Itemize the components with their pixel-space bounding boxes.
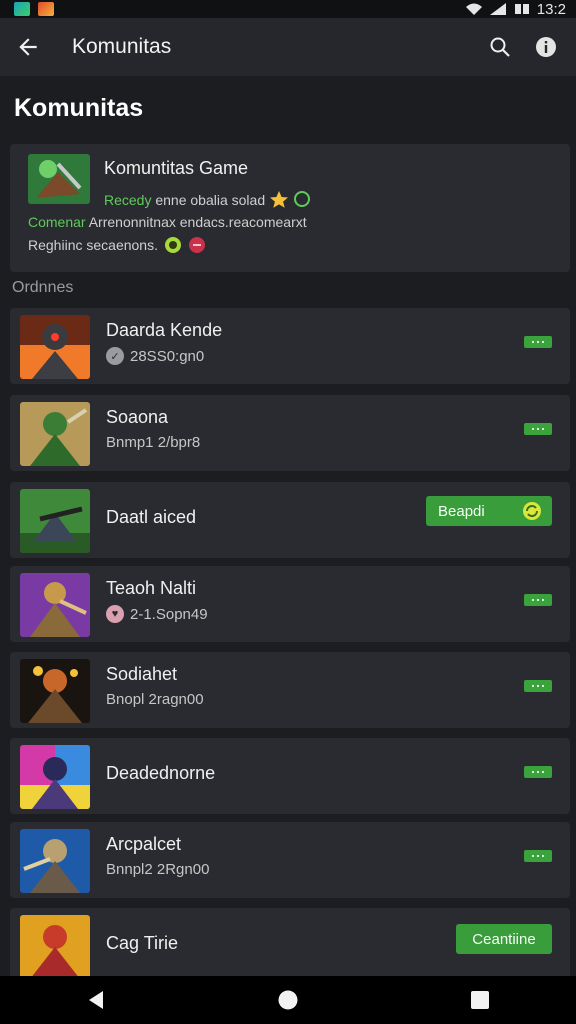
app-bar-actions [482, 29, 576, 65]
game-thumbnail [20, 829, 90, 893]
system-navigation-bar [0, 976, 576, 1024]
featured-line3-text: Reghiinc secaenons. [28, 237, 158, 253]
item-subtitle: Bnnpl2 2Rgn00 [106, 861, 209, 878]
status-time: 13:2 [536, 0, 566, 18]
nav-back-button[interactable] [66, 976, 126, 1024]
red-badge-icon [188, 237, 205, 253]
signal-icon [489, 3, 506, 15]
search-icon [490, 37, 510, 57]
info-icon [536, 37, 556, 57]
game-thumbnail [20, 573, 90, 637]
more-button[interactable] [524, 766, 552, 778]
item-subtitle: ✓ 28SS0:gn0 [106, 347, 204, 365]
notification-icons [0, 2, 54, 16]
game-notification-icon [38, 2, 54, 16]
arrow-left-icon [19, 38, 37, 56]
join-button-label: Beapdi [438, 502, 485, 520]
featured-line2-label: Comenar [28, 214, 86, 230]
item-title: Cag Tirie [106, 933, 179, 953]
list-item[interactable]: Teaoh Nalti ♥ 2-1.Sopn49 [10, 566, 570, 642]
back-button[interactable] [0, 18, 56, 76]
more-button[interactable] [524, 423, 552, 435]
more-button[interactable] [524, 680, 552, 692]
circle-home-icon [278, 990, 298, 1010]
refresh-icon [523, 502, 541, 520]
item-subtitle-text: 2-1.Sopn49 [130, 605, 208, 623]
list-item[interactable]: Cag Tirie Ceantiine [10, 908, 570, 984]
nav-home-button[interactable] [258, 976, 318, 1024]
item-subtitle: Bnopl 2ragn00 [106, 691, 204, 708]
featured-line2-text: Arrenonnitnax endacs.reacomearxt [88, 214, 307, 230]
featured-description-line-2: Comenar Arrenonnitnax endacs.reacomearxt [28, 214, 307, 230]
check-icon: ✓ [106, 347, 124, 365]
square-recents-icon [471, 991, 489, 1009]
game-thumbnail [20, 745, 90, 809]
lime-badge-icon [164, 237, 181, 253]
list-item[interactable]: Deadednorne [10, 738, 570, 814]
item-title: Teaoh Nalti [106, 578, 197, 598]
star-icon [270, 191, 289, 208]
more-button[interactable] [524, 850, 552, 862]
list-item[interactable]: Daarda Kende ✓ 28SS0:gn0 [10, 308, 570, 384]
game-thumbnail [20, 659, 90, 723]
item-title: Deadednorne [106, 763, 216, 783]
featured-community-card[interactable]: Komuntitas Game Recedy enne obalia solad… [10, 144, 570, 272]
app-bar: Komunitas [0, 18, 576, 76]
status-bar: 13:2 [0, 0, 576, 18]
item-subtitle-text: Bnmp1 2/bpr8 [106, 434, 201, 451]
app-notification-icon [14, 2, 30, 16]
list-item[interactable]: Soaona Bnmp1 2/bpr8 [10, 395, 570, 471]
community-button[interactable]: Ceantiine [456, 924, 552, 954]
creature-icon [293, 191, 310, 207]
item-title: Sodiahet [106, 664, 178, 684]
game-thumbnail [20, 489, 90, 553]
item-subtitle: ♥ 2-1.Sopn49 [106, 605, 208, 623]
item-subtitle-text: 28SS0:gn0 [130, 347, 205, 365]
game-thumbnail [20, 915, 90, 979]
featured-status-label: Recedy [104, 192, 152, 208]
item-title: Daatl aiced [106, 507, 197, 527]
featured-description-line-1: Recedy enne obalia solad [104, 190, 311, 208]
item-title: Arcpalcet [106, 834, 182, 854]
info-button[interactable] [528, 29, 564, 65]
featured-line1-text: enne obalia solad [155, 192, 266, 208]
item-subtitle-text: Bnopl 2ragn00 [106, 691, 204, 708]
wifi-icon [465, 3, 482, 15]
featured-title: Komuntitas Game [104, 158, 249, 178]
featured-description-line-3: Reghiinc secaenons. [28, 236, 206, 254]
game-thumbnail [20, 315, 90, 379]
heart-icon: ♥ [106, 605, 124, 623]
game-thumbnail [20, 402, 90, 466]
section-label: Ordnnes [12, 279, 74, 296]
list-item[interactable]: Sodiahet Bnopl 2ragn00 [10, 652, 570, 728]
item-title: Daarda Kende [106, 320, 223, 340]
page-title: Komunitas [14, 94, 144, 122]
more-button[interactable] [524, 594, 552, 606]
battery-icon [514, 4, 529, 14]
item-title: Soaona [106, 407, 169, 427]
featured-game-thumbnail [28, 154, 90, 204]
item-subtitle-text: Bnnpl2 2Rgn00 [106, 861, 210, 878]
more-button[interactable] [524, 336, 552, 348]
list-item[interactable]: Arcpalcet Bnnpl2 2Rgn00 [10, 822, 570, 898]
app-bar-title: Komunitas [72, 35, 172, 58]
nav-recents-button[interactable] [450, 976, 510, 1024]
community-button-label: Ceantiine [472, 930, 536, 948]
triangle-back-icon [89, 991, 103, 1009]
item-subtitle: Bnmp1 2/bpr8 [106, 434, 200, 451]
search-button[interactable] [482, 29, 518, 65]
join-button[interactable]: Beapdi [426, 496, 552, 526]
system-status: 13:2 [465, 1, 576, 18]
list-item[interactable]: Daatl aiced Beapdi [10, 482, 570, 558]
